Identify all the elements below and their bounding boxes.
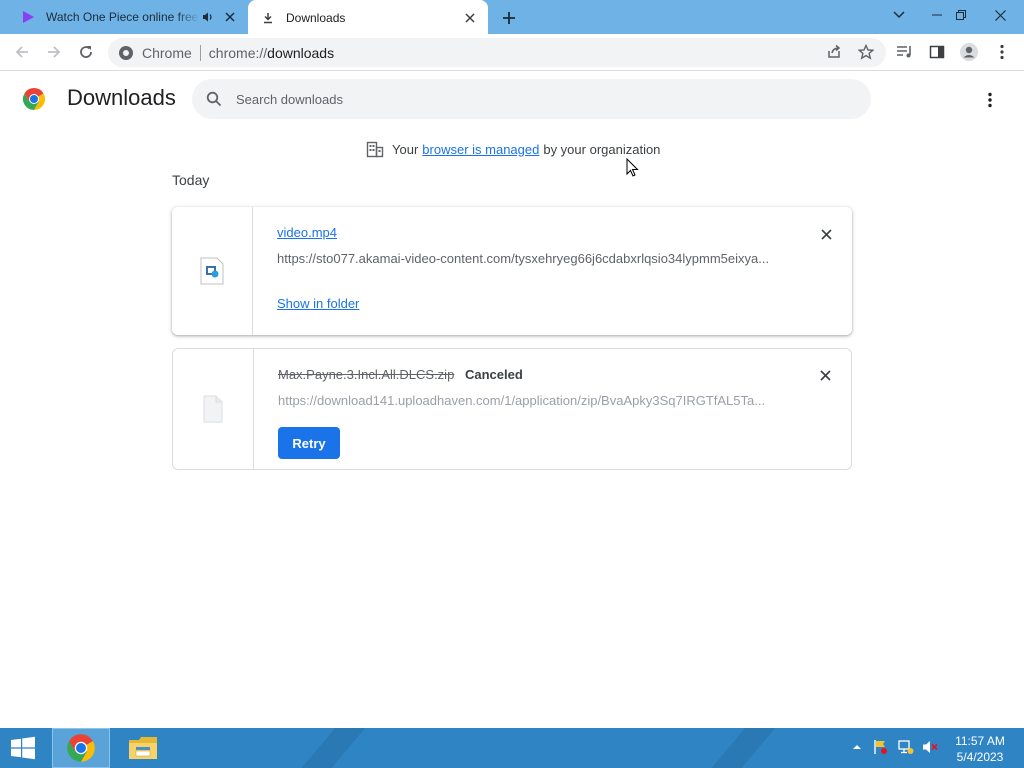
play-favicon-icon: [20, 9, 36, 25]
media-controls-icon[interactable]: [893, 40, 917, 64]
taskbar-decoration: [694, 728, 776, 768]
file-icon-area: [172, 207, 253, 335]
share-icon[interactable]: [822, 40, 846, 64]
windows-taskbar: 11:57 AM 5/4/2023: [0, 728, 1024, 768]
address-bar[interactable]: Chrome chrome://downloads: [108, 38, 886, 67]
blank-file-icon: [203, 395, 223, 423]
tab-search-chevron-icon[interactable]: [882, 0, 916, 30]
chrome-taskbar-icon: [67, 734, 95, 762]
file-source-url[interactable]: https://download141.uploadhaven.com/1/ap…: [278, 393, 778, 408]
back-arrow-icon[interactable]: [10, 40, 34, 64]
browser-menu-icon[interactable]: [990, 40, 1014, 64]
mouse-cursor-icon: [626, 158, 639, 177]
url-path: downloads: [267, 44, 335, 61]
side-panel-icon[interactable]: [925, 40, 949, 64]
action-center-flag-icon[interactable]: [872, 738, 890, 756]
system-clock[interactable]: 11:57 AM 5/4/2023: [948, 733, 1012, 765]
close-tab-icon[interactable]: [222, 9, 238, 25]
tab-one-piece[interactable]: Watch One Piece online free: [8, 0, 248, 34]
file-name: Max.Payne.3.Incl.All.DLCS.zip: [278, 367, 455, 382]
bookmark-star-icon[interactable]: [854, 40, 878, 64]
speaker-icon[interactable]: [200, 9, 216, 25]
close-window-button[interactable]: [980, 0, 1020, 30]
video-file-icon: [200, 257, 224, 285]
managed-suffix: by your organization: [543, 141, 661, 157]
chrome-page-icon: [119, 45, 133, 60]
close-tab-icon[interactable]: [462, 10, 478, 26]
download-status: Canceled: [465, 367, 523, 382]
page-title: Downloads: [67, 85, 176, 110]
file-icon-area: [173, 349, 254, 469]
search-input[interactable]: [236, 91, 796, 107]
section-label-today: Today: [172, 172, 210, 188]
site-name: Chrome: [142, 44, 192, 61]
taskbar-chrome-button[interactable]: [52, 728, 110, 768]
remove-download-icon[interactable]: [818, 226, 834, 242]
managed-prefix: Your: [392, 141, 419, 157]
search-icon: [204, 89, 224, 109]
chrome-logo-icon: [22, 88, 46, 110]
reload-icon[interactable]: [74, 40, 98, 64]
clock-time: 11:57 AM: [955, 734, 1005, 748]
download-favicon-icon: [260, 10, 276, 26]
profile-avatar-icon[interactable]: [957, 40, 981, 64]
network-icon[interactable]: [897, 738, 915, 756]
tab-title: Downloads: [286, 10, 346, 25]
show-in-folder-link[interactable]: Show in folder: [277, 296, 359, 311]
restore-button[interactable]: [944, 0, 978, 30]
forward-arrow-icon[interactable]: [42, 40, 66, 64]
volume-muted-icon[interactable]: [921, 738, 939, 756]
url-text[interactable]: chrome://downloads: [209, 45, 334, 61]
clock-date: 5/4/2023: [956, 750, 1004, 764]
tab-strip: Watch One Piece online free Downloads: [0, 0, 1024, 35]
download-item: video.mp4 https://sto077.akamai-video-co…: [172, 207, 852, 335]
remove-download-icon[interactable]: [817, 367, 833, 383]
more-actions-icon[interactable]: [978, 88, 1002, 112]
file-name-link[interactable]: video.mp4: [277, 225, 337, 240]
omnibox-divider: [199, 44, 201, 61]
tab-title: Watch One Piece online free: [46, 10, 199, 24]
managed-notice: Your browser is managed by your organiza…: [366, 140, 660, 158]
site-info[interactable]: Chrome: [118, 45, 192, 61]
taskbar-file-explorer-button[interactable]: [118, 728, 168, 768]
file-source-url[interactable]: https://sto077.akamai-video-content.com/…: [277, 251, 777, 266]
search-bar[interactable]: [192, 79, 871, 119]
retry-button[interactable]: Retry: [278, 427, 340, 459]
tab-downloads[interactable]: Downloads: [248, 0, 488, 35]
folder-icon: [129, 737, 157, 759]
browser-toolbar: Chrome chrome://downloads: [0, 34, 1024, 71]
taskbar-decoration: [284, 728, 366, 768]
building-icon: [366, 141, 384, 158]
tray-expand-icon[interactable]: [848, 738, 866, 756]
browser-managed-link[interactable]: browser is managed: [422, 142, 539, 157]
url-scheme: chrome://: [208, 44, 268, 61]
windows-start-icon[interactable]: [8, 736, 38, 760]
download-item: Max.Payne.3.Incl.All.DLCS.zip Canceled h…: [172, 348, 852, 470]
new-tab-button[interactable]: [498, 7, 520, 29]
